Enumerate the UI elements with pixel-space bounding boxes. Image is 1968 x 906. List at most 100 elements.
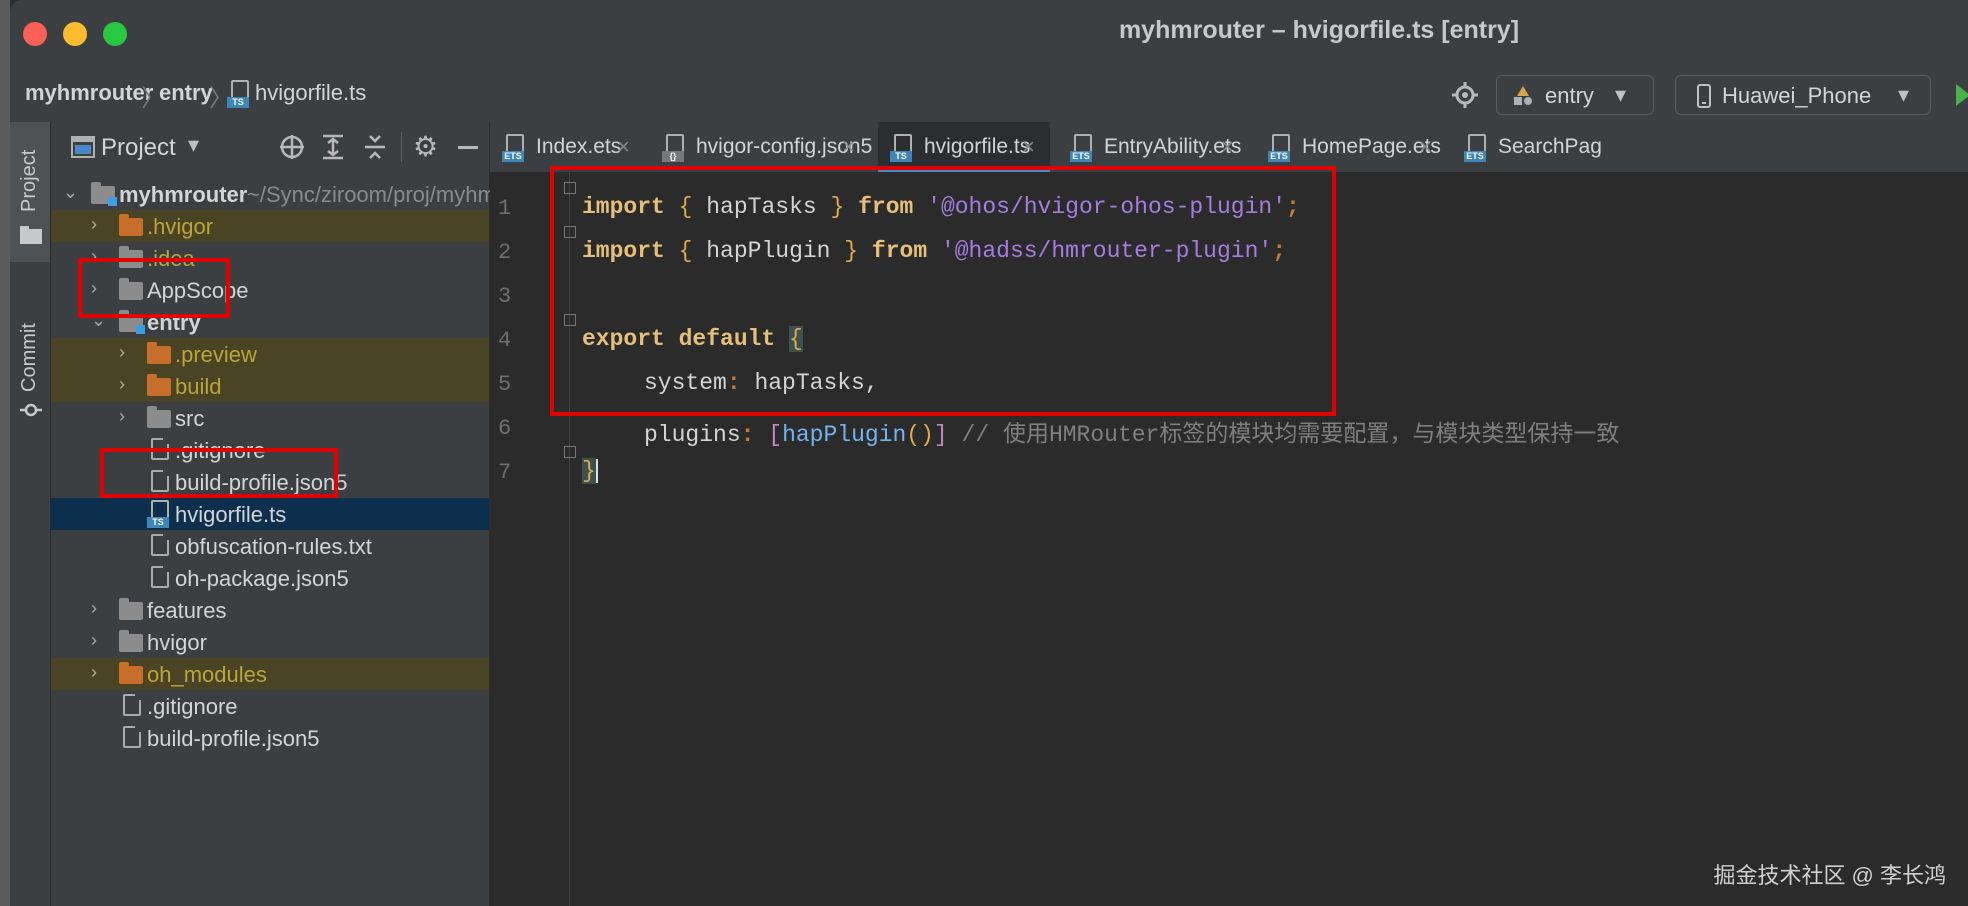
expand-all-icon[interactable] <box>321 134 345 160</box>
tree-item-path: ~/Sync/ziroom/proj/myhm <box>247 182 496 207</box>
close-icon[interactable]: × <box>1022 134 1035 160</box>
tree-item-label: hvigor <box>147 630 207 655</box>
json-file-icon: {} <box>662 134 688 162</box>
chevron-right-icon[interactable]: › <box>91 662 97 683</box>
chevron-down-icon: ▾ <box>1615 82 1627 107</box>
tree-item-hvigorfile[interactable]: TS hvigorfile.ts <box>51 498 489 530</box>
chevron-down-icon[interactable]: ⌄ <box>63 182 78 203</box>
chevron-right-icon[interactable]: › <box>91 630 97 651</box>
line-number: 1 <box>498 196 512 221</box>
close-icon[interactable]: × <box>1221 134 1234 160</box>
folder-icon <box>119 598 143 620</box>
line-number: 5 <box>498 372 512 397</box>
tree-item-build[interactable]: › build <box>51 370 489 402</box>
chevron-right-icon[interactable]: › <box>91 598 97 619</box>
run-icon[interactable] <box>1956 82 1968 108</box>
tree-item-label: .hvigor <box>147 214 214 239</box>
gear-icon[interactable]: ⚙ <box>413 130 438 163</box>
annotation-box-code <box>550 166 1336 416</box>
tab-hvigor-config[interactable]: {} hvigor-config.json5 × <box>650 122 872 172</box>
module-icon <box>1514 86 1532 105</box>
minimize-panel-icon[interactable] <box>458 146 478 149</box>
tree-item-features[interactable]: › features <box>51 594 489 626</box>
navigation-bar: myhmrouter 〉 entry 〉 TS hvigorfile.ts en… <box>10 66 1968 123</box>
file-icon <box>123 694 141 716</box>
close-icon[interactable]: × <box>842 134 855 160</box>
tab-search-page[interactable]: ETS SearchPag <box>1452 122 1612 172</box>
ide-window: myhmrouter – hvigorfile.ts [entry] myhmr… <box>10 0 1968 906</box>
target-icon[interactable] <box>1452 82 1478 108</box>
excluded-folder-icon <box>119 214 143 236</box>
annotation-box-hvigorfile <box>100 448 338 498</box>
tree-item-gitignore-root[interactable]: .gitignore <box>51 690 489 722</box>
tree-item-label: oh-package.json5 <box>175 566 349 591</box>
excluded-folder-icon <box>147 342 171 364</box>
ets-file-icon: ETS <box>1268 134 1294 162</box>
tab-hvigorfile[interactable]: TS hvigorfile.ts × <box>878 122 1050 172</box>
tree-item-label: .gitignore <box>147 694 238 719</box>
line-number: 6 <box>498 416 512 441</box>
module-folder-icon <box>91 182 117 206</box>
chevron-right-icon[interactable]: › <box>91 214 97 235</box>
tab-entry-ability[interactable]: ETS EntryAbility.ets × <box>1058 122 1248 172</box>
commit-tool-tab[interactable]: Commit <box>10 272 50 422</box>
commit-icon <box>20 403 42 417</box>
chevron-right-icon[interactable]: › <box>119 374 125 395</box>
folder-icon <box>147 406 171 428</box>
breadcrumb-file[interactable]: hvigorfile.ts <box>255 80 366 106</box>
tree-item-label: src <box>175 406 205 431</box>
tree-item-label: obfuscation-rules.txt <box>175 534 372 559</box>
tab-home-page[interactable]: ETS HomePage.ets × <box>1256 122 1446 172</box>
run-configuration-label: entry <box>1545 83 1594 108</box>
tab-label: Index.ets <box>536 135 622 158</box>
ts-file-icon: TS <box>890 134 916 162</box>
chevron-down-icon[interactable]: ▾ <box>188 132 199 158</box>
line-number: 2 <box>498 240 512 265</box>
code-line-6[interactable]: plugins: [hapPlugin()] // 使用HMRouter标签的模… <box>644 414 1619 448</box>
text-file-icon <box>151 534 169 556</box>
ets-file-icon: ETS <box>1464 134 1490 162</box>
collapse-all-icon[interactable] <box>363 134 387 160</box>
text-cursor <box>595 458 598 483</box>
folder-icon <box>119 630 143 652</box>
close-icon[interactable]: × <box>1419 134 1432 160</box>
tab-label: hvigorfile.ts <box>924 135 1031 158</box>
tab-index-ets[interactable]: ETS Index.ets × <box>490 122 645 172</box>
tree-item-obfuscation-rules[interactable]: obfuscation-rules.txt <box>51 530 489 562</box>
project-panel: Project ▾ ⚙ ⌄ myhmrouter ~/Sync/ziroom/p… <box>51 122 496 906</box>
project-tool-label: Project <box>18 149 40 212</box>
tree-item-myhmrouter[interactable]: ⌄ myhmrouter ~/Sync/ziroom/proj/myhm <box>51 178 496 210</box>
breadcrumb-module[interactable]: entry <box>159 80 213 106</box>
project-panel-header: Project ▾ ⚙ <box>51 122 489 172</box>
chevron-right-icon[interactable]: › <box>119 342 125 363</box>
tree-item-oh-package[interactable]: oh-package.json5 <box>51 562 489 594</box>
ets-file-icon: ETS <box>502 134 528 162</box>
code-line-7[interactable]: } <box>582 458 598 484</box>
breadcrumb-project[interactable]: myhmrouter <box>25 80 153 106</box>
close-icon[interactable]: × <box>617 134 630 160</box>
tree-item-oh-modules[interactable]: › oh_modules <box>51 658 489 690</box>
ts-file-icon: TS <box>227 80 253 108</box>
ets-file-icon: ETS <box>1070 134 1096 162</box>
tool-window-strip: Project Commit <box>10 122 51 906</box>
ts-file-icon: TS <box>147 500 173 528</box>
toolbar-divider <box>401 132 402 162</box>
tree-item-src[interactable]: › src <box>51 402 489 434</box>
fold-icon[interactable] <box>564 446 576 458</box>
line-number: 3 <box>498 284 512 309</box>
project-panel-title[interactable]: Project <box>101 134 176 162</box>
project-tool-tab[interactable]: Project <box>10 122 50 262</box>
chevron-right-icon[interactable]: › <box>119 406 125 427</box>
tree-item-preview[interactable]: › .preview <box>51 338 489 370</box>
tab-label: SearchPag <box>1498 135 1602 158</box>
json-file-icon <box>151 566 169 588</box>
title-bar: myhmrouter – hvigorfile.ts [entry] <box>10 0 1968 66</box>
device-label: Huawei_Phone <box>1722 83 1872 108</box>
tree-item-build-profile-root[interactable]: build-profile.json5 <box>51 722 489 754</box>
locate-icon[interactable] <box>279 134 305 160</box>
device-select[interactable]: Huawei_Phone ▾ <box>1675 75 1931 115</box>
tree-item-hvigor[interactable]: › hvigor <box>51 626 489 658</box>
tree-item-hvigor-cache[interactable]: › .hvigor <box>51 210 489 242</box>
folder-icon <box>20 226 42 244</box>
run-configuration-select[interactable]: entry ▾ <box>1496 75 1654 115</box>
